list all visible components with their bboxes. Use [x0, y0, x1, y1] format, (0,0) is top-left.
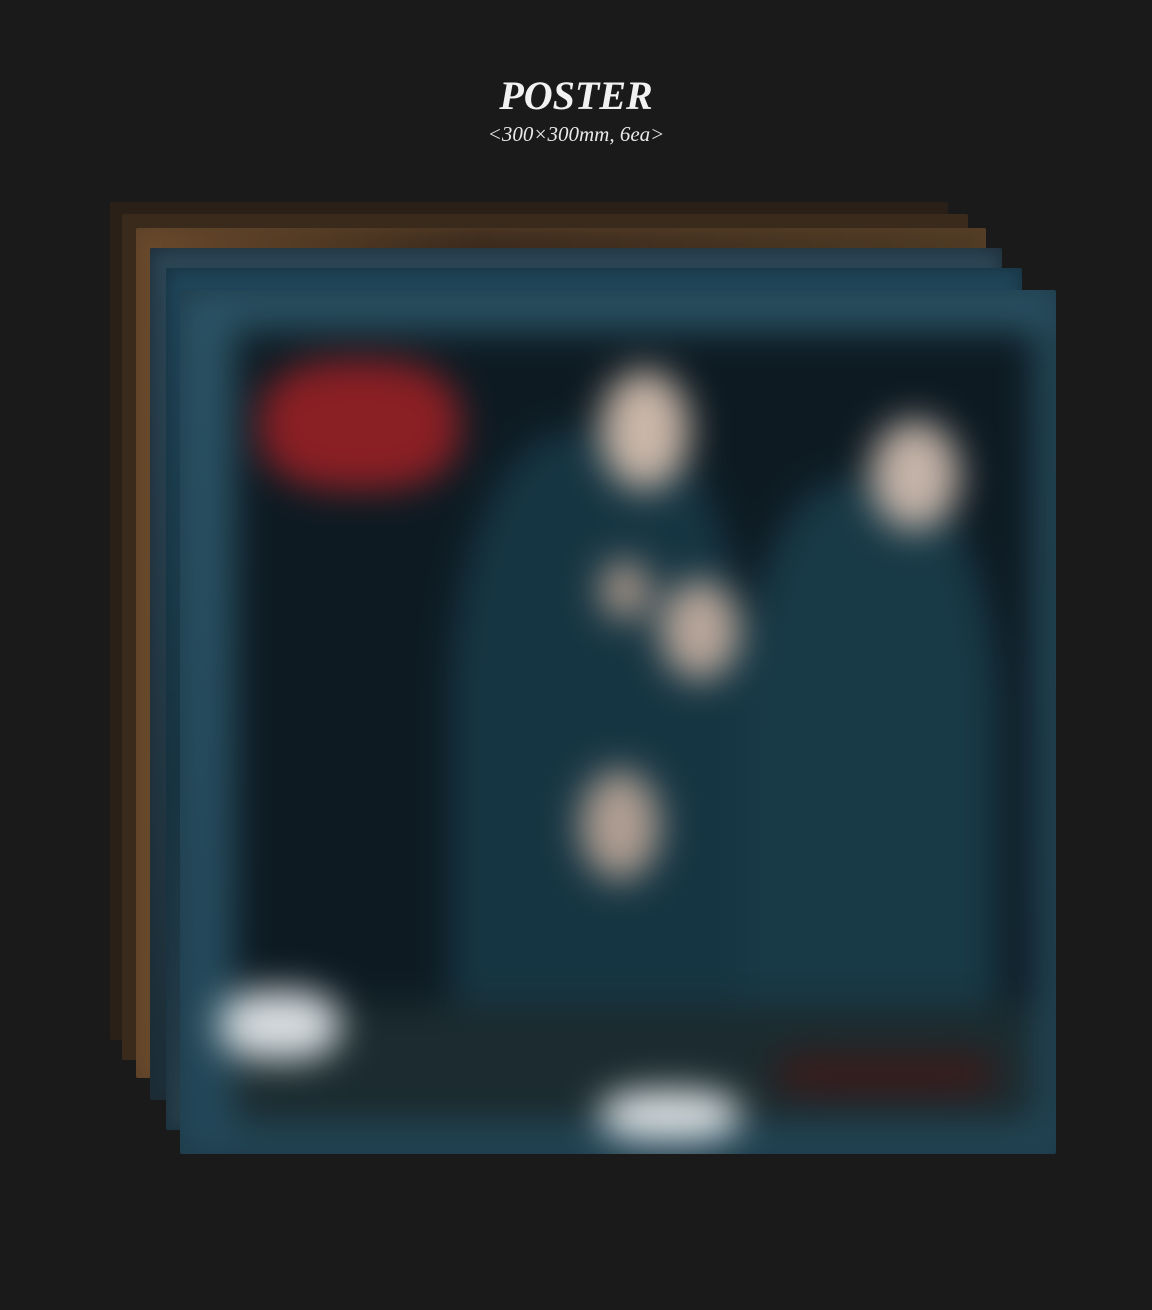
poster-artwork: [180, 290, 1056, 1154]
poster-front-blurred-image: [180, 290, 1056, 1154]
poster-stack: [0, 0, 1152, 1310]
